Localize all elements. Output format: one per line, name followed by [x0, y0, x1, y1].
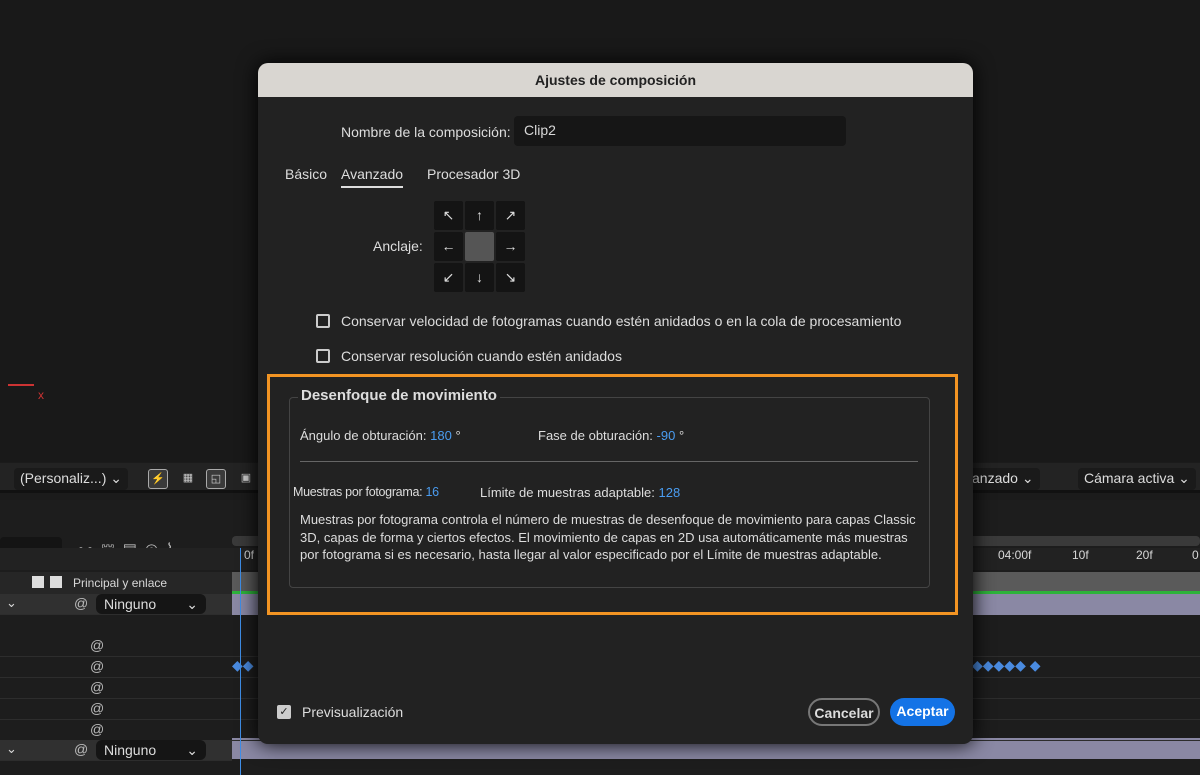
layer-row[interactable]: ⌄ @ Ninguno ⌄ [0, 740, 232, 761]
divider [300, 461, 918, 462]
anchor-bottom-right[interactable]: ↘ [496, 263, 525, 292]
preserve-resolution-label: Conservar resolución cuando estén anidad… [341, 348, 622, 364]
shutter-phase: Fase de obturación: -90 ° [538, 428, 684, 443]
parent-column-header: Principal y enlace [73, 576, 168, 590]
shutter-angle: Ángulo de obturación: 180 ° [300, 428, 461, 443]
limit-label: Límite de muestras adaptable: [480, 485, 655, 500]
shutter-phase-value[interactable]: -90 [657, 428, 676, 443]
matte-icon [50, 576, 62, 588]
region-icon[interactable]: ▣ [236, 469, 256, 489]
view-select-label: (Personaliz...) [20, 470, 107, 486]
cancel-button[interactable]: Cancelar [808, 698, 880, 726]
fast-preview-icon[interactable]: ⚡ [148, 469, 168, 489]
ruler-label: 04:00f [998, 548, 1032, 562]
anchor-left[interactable]: ← [434, 232, 463, 261]
anchor-bottom[interactable]: ↓ [465, 263, 494, 292]
keyframe-icon[interactable]: ◆◆◆◆◆ ◆ [972, 657, 1041, 674]
axis-x-icon: x [38, 388, 44, 402]
mask-icon [32, 576, 44, 588]
pickwhip-icon[interactable]: @ [74, 595, 88, 611]
shutter-angle-value[interactable]: 180 [430, 428, 452, 443]
pickwhip-icon[interactable]: @ [90, 700, 104, 716]
preserve-framerate-label: Conservar velocidad de fotogramas cuando… [341, 313, 902, 329]
degree-unit: ° [678, 428, 685, 443]
tab-basic[interactable]: Básico [285, 166, 327, 182]
motion-blur-group: Desenfoque de movimiento Ángulo de obtur… [289, 387, 930, 588]
anchor-center[interactable] [465, 232, 494, 261]
camera-select[interactable]: Cámara activa ⌄ [1078, 468, 1196, 490]
adaptive-limit: Límite de muestras adaptable: 128 [480, 485, 680, 500]
preserve-resolution-checkbox[interactable] [316, 349, 330, 363]
parent-select-label: Ninguno [104, 742, 157, 758]
limit-value[interactable]: 128 [659, 485, 681, 500]
pickwhip-icon[interactable]: @ [90, 679, 104, 695]
pickwhip-icon[interactable]: @ [74, 741, 88, 757]
camera-select-label: Cámara activa [1084, 470, 1175, 486]
degree-unit: ° [455, 428, 461, 443]
ruler-label: 10f [1072, 548, 1089, 562]
layer-row[interactable]: ⌄ @ Ninguno ⌄ [0, 594, 232, 615]
preview-checkbox[interactable]: ✓ [277, 705, 291, 719]
anchor-label: Anclaje: [373, 238, 423, 254]
parent-select[interactable]: Ninguno ⌄ [96, 594, 206, 614]
tab-3d-renderer[interactable]: Procesador 3D [427, 166, 520, 182]
expand-chevron-icon[interactable]: ⌄ [6, 595, 17, 611]
anchor-top-right[interactable]: ↗ [496, 201, 525, 230]
anchor-top[interactable]: ↑ [465, 201, 494, 230]
pickwhip-icon[interactable]: @ [90, 637, 104, 653]
shutter-phase-label: Fase de obturación: [538, 428, 653, 443]
view-select[interactable]: (Personaliz...) ⌄ [14, 468, 128, 490]
composition-settings-dialog: Ajustes de composición Nombre de la comp… [258, 63, 973, 744]
preserve-framerate-checkbox[interactable] [316, 314, 330, 328]
anchor-grid: ↖ ↑ ↗ ← → ↙ ↓ ↘ [434, 201, 525, 292]
parent-select[interactable]: Ninguno ⌄ [96, 740, 206, 760]
motion-blur-description: Muestras por fotograma controla el númer… [300, 512, 916, 562]
samples-value[interactable]: 16 [425, 485, 439, 499]
parent-select-label: Ninguno [104, 596, 157, 612]
transparency-grid-icon[interactable]: ▦ [178, 469, 198, 489]
motion-blur-title: Desenfoque de movimiento [298, 387, 500, 404]
column-header: Principal y enlace [0, 572, 232, 594]
axis-indicator [8, 384, 34, 386]
anchor-bottom-left[interactable]: ↙ [434, 263, 463, 292]
keyframe-icon[interactable]: ◆◆ [232, 657, 254, 674]
playhead[interactable] [240, 548, 241, 775]
ruler-label: 20f [1136, 548, 1153, 562]
renderer-select-label: anzado [972, 470, 1018, 486]
samples-label: Muestras por fotograma: [293, 485, 423, 499]
ok-button[interactable]: Aceptar [890, 698, 955, 726]
renderer-select[interactable]: anzado ⌄ [966, 468, 1040, 490]
mask-path-icon[interactable]: ◱ [206, 469, 226, 489]
ruler-label: 0f [244, 548, 255, 562]
tab-advanced[interactable]: Avanzado [341, 166, 404, 188]
samples-per-frame: Muestras por fotograma: 16 [293, 485, 439, 499]
pickwhip-icon[interactable]: @ [90, 658, 104, 674]
expand-chevron-icon[interactable]: ⌄ [6, 741, 17, 757]
anchor-right[interactable]: → [496, 232, 525, 261]
shutter-angle-label: Ángulo de obturación: [300, 428, 427, 443]
dialog-title: Ajustes de composición [258, 63, 973, 97]
ruler-label: 0 [1192, 548, 1199, 562]
comp-name-input[interactable]: Clip2 [514, 116, 846, 146]
anchor-top-left[interactable]: ↖ [434, 201, 463, 230]
comp-name-label: Nombre de la composición: [341, 124, 511, 140]
preview-label: Previsualización [302, 704, 404, 720]
pickwhip-icon[interactable]: @ [90, 721, 104, 737]
